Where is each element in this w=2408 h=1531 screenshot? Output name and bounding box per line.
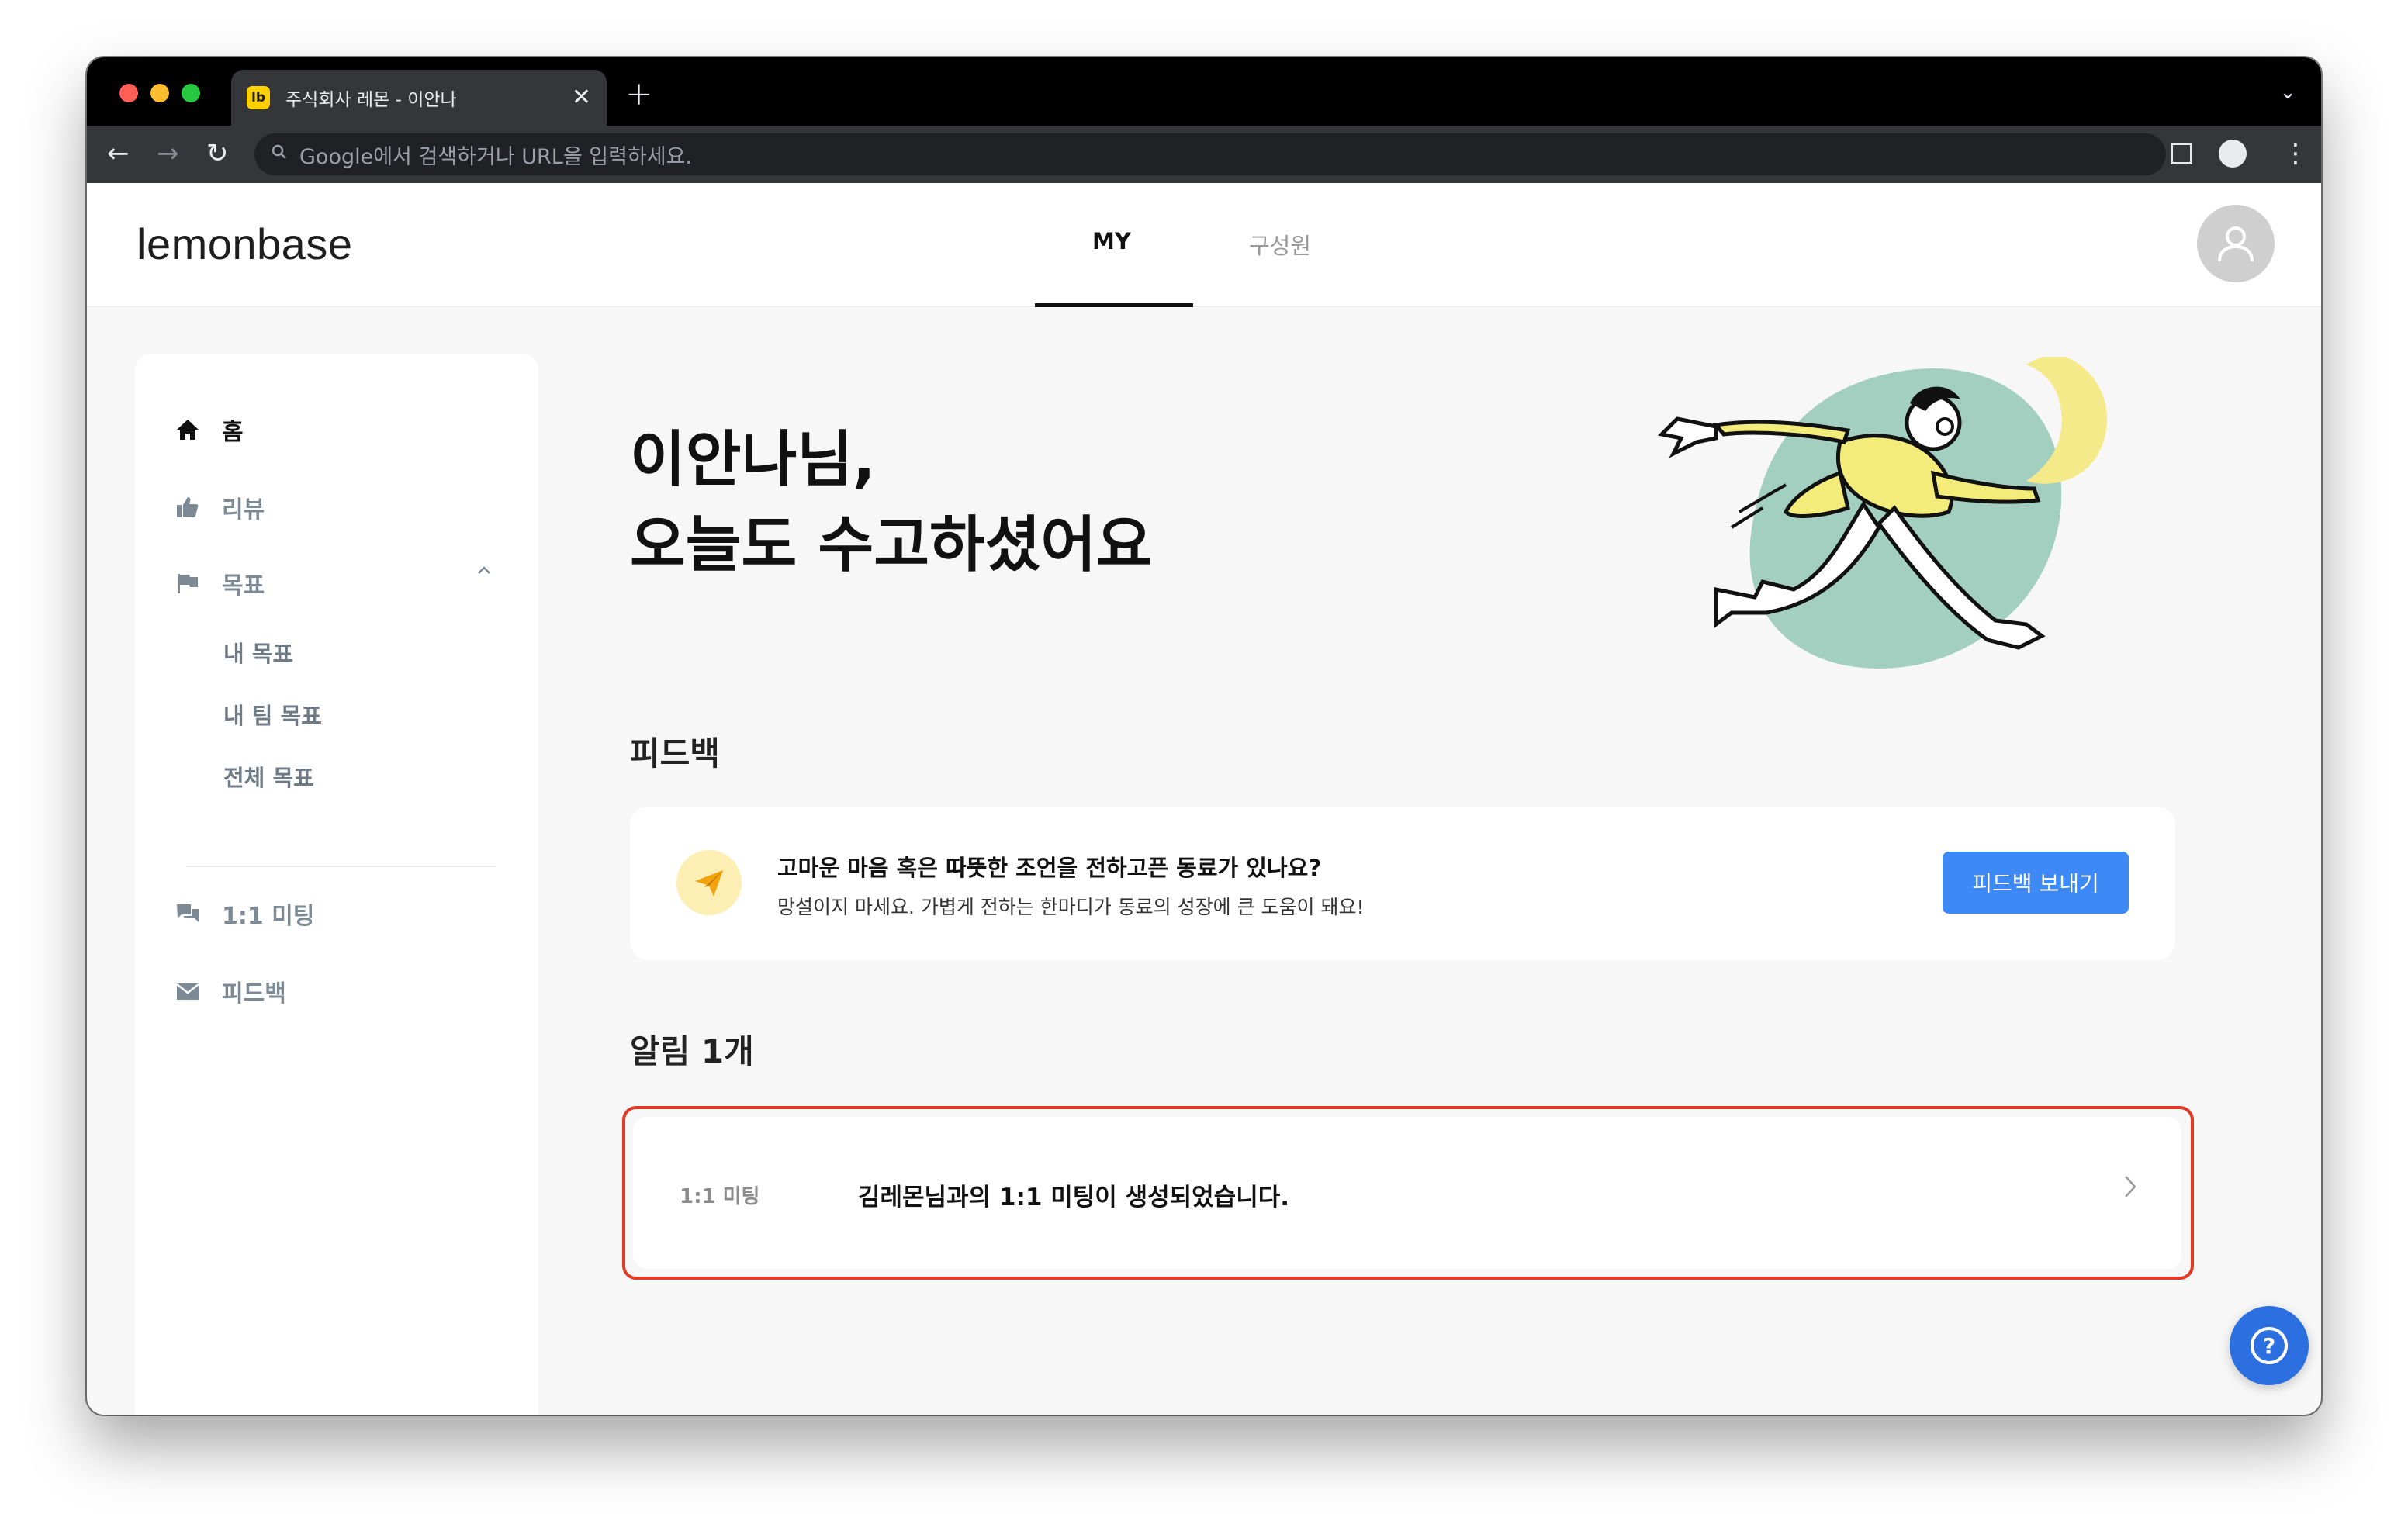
app-header: lemonbase MY 구성원: [87, 183, 2321, 307]
chevron-right-icon: [2123, 1173, 2138, 1207]
sidebar-item-label: 리뷰: [222, 496, 265, 524]
home-icon: [172, 418, 203, 441]
new-tab-button[interactable]: +: [625, 78, 652, 110]
thumbs-up-icon: [172, 496, 203, 519]
feedback-card-subtitle: 망설이지 마세요. 가볍게 전하는 한마디가 동료의 성장에 큰 도움이 돼요!: [777, 896, 1365, 918]
sidebar-subitem-all-goals[interactable]: 전체 목표: [223, 760, 314, 793]
sidebar-divider: [186, 866, 496, 867]
tab-my[interactable]: MY: [1092, 228, 1131, 254]
sidebar-item-feedback[interactable]: 피드백: [172, 974, 286, 1008]
tab-title: 주식회사 레몬 - 이안나: [285, 90, 457, 110]
back-arrow-icon[interactable]: ←: [107, 138, 130, 169]
active-tab-indicator: [1035, 303, 1193, 307]
sidebar-subitem-team-goals[interactable]: 내 팀 목표: [223, 698, 322, 731]
tab-close-icon[interactable]: ✕: [572, 86, 591, 109]
close-window-button[interactable]: [119, 84, 138, 102]
user-avatar[interactable]: [2197, 205, 2275, 282]
mail-icon: [172, 980, 203, 1003]
browser-tab-bar: lb 주식회사 레몬 - 이안나 ✕ + ⌄: [87, 57, 2321, 126]
sidebar-item-label: 피드백: [222, 980, 286, 1007]
browser-toolbar: ← → ↻ Google에서 검색하거나 URL을 입력하세요. ⋮: [87, 126, 2321, 183]
side-panel-icon[interactable]: [2171, 143, 2192, 164]
notification-section-title: 알림 1개: [630, 1032, 754, 1070]
notification-item[interactable]: 1:1 미팅 김레몬님과의 1:1 미팅이 생성되었습니다.: [633, 1117, 2181, 1269]
lemonbase-favicon-icon: lb: [247, 86, 270, 109]
send-feedback-button[interactable]: 피드백 보내기: [1943, 852, 2129, 914]
sidebar-item-label: 1:1 미팅: [222, 903, 315, 930]
sidebar-item-home[interactable]: 홈: [172, 413, 244, 447]
notification-text: 김레몬님과의 1:1 미팅이 생성되었습니다.: [858, 1184, 1290, 1211]
help-button[interactable]: ?: [2230, 1306, 2309, 1385]
sidebar-item-review[interactable]: 리뷰: [172, 490, 265, 524]
greeting-line-2: 오늘도 수고하셨어요: [630, 510, 1152, 580]
user-icon: [2218, 226, 2254, 262]
svg-text:?: ?: [2263, 1333, 2275, 1359]
browser-tab[interactable]: lb 주식회사 레몬 - 이안나 ✕: [231, 70, 607, 126]
lemonbase-logo[interactable]: lemonbase: [137, 219, 352, 269]
reload-icon[interactable]: ↻: [206, 138, 229, 169]
sidebar-item-goals[interactable]: 목표: [172, 566, 265, 600]
greeting-line-1: 이안나님,: [630, 425, 876, 495]
chat-icon: [172, 902, 203, 925]
chevron-up-icon[interactable]: [476, 558, 492, 580]
feedback-prompt-card: 고마운 마음 혹은 따뜻한 조언을 전하고픈 동료가 있나요? 망설이지 마세요…: [630, 807, 2175, 960]
feedback-section-title: 피드백: [630, 734, 720, 772]
sidebar-item-label: 홈: [222, 419, 244, 446]
greeting-heading: 이안나님, 오늘도 수고하셨어요: [630, 417, 1152, 588]
forward-arrow-icon[interactable]: →: [157, 138, 179, 169]
maximize-window-button[interactable]: [182, 84, 200, 102]
sidebar-item-label: 목표: [222, 572, 265, 600]
tab-search-chevron-icon[interactable]: ⌄: [2279, 81, 2296, 104]
browser-profile-icon[interactable]: [2219, 140, 2247, 168]
sidebar-subitem-my-goals[interactable]: 내 목표: [223, 636, 293, 669]
minimize-window-button[interactable]: [150, 84, 169, 102]
browser-window: lb 주식회사 레몬 - 이안나 ✕ + ⌄ ← → ↻ Google에서 검색…: [87, 57, 2321, 1415]
flag-icon: [172, 572, 203, 595]
search-icon: [270, 143, 289, 166]
paper-plane-icon: [676, 850, 742, 915]
notification-category: 1:1 미팅: [680, 1185, 760, 1208]
feedback-card-title: 고마운 마음 혹은 따뜻한 조언을 전하고픈 동료가 있나요?: [777, 855, 1322, 881]
address-bar-placeholder: Google에서 검색하거나 URL을 입력하세요.: [299, 144, 693, 169]
browser-menu-icon[interactable]: ⋮: [2282, 138, 2309, 169]
running-person-illustration: [1657, 357, 2107, 669]
question-icon: ?: [2251, 1327, 2288, 1364]
tab-members[interactable]: 구성원: [1249, 228, 1311, 261]
address-bar[interactable]: Google에서 검색하거나 URL을 입력하세요.: [254, 133, 2166, 175]
sidebar-item-one-on-one[interactable]: 1:1 미팅: [172, 897, 314, 931]
sidebar: 홈 리뷰 목표 내 목표 내 팀 목표 전체 목표 1:1 미팅 피드백: [135, 354, 538, 1415]
